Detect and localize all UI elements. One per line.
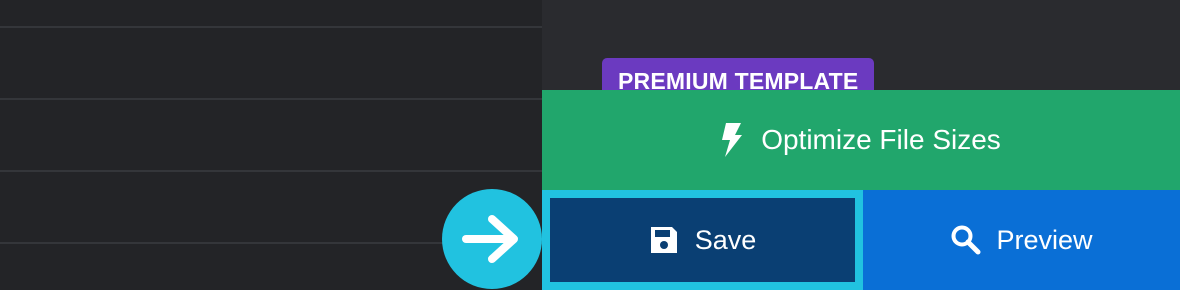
divider bbox=[0, 26, 542, 28]
preview-button-label: Preview bbox=[996, 224, 1093, 255]
lightning-bolt-icon bbox=[721, 123, 743, 157]
magnifier-icon bbox=[950, 224, 982, 256]
save-button[interactable]: Save bbox=[542, 190, 863, 290]
optimize-file-sizes-button[interactable]: Optimize File Sizes bbox=[542, 90, 1180, 190]
divider bbox=[0, 98, 542, 100]
pointer-indicator bbox=[442, 189, 542, 289]
preview-button[interactable]: Preview bbox=[863, 190, 1180, 290]
optimize-button-label: Optimize File Sizes bbox=[761, 124, 1001, 155]
divider bbox=[0, 170, 542, 172]
floppy-disk-icon bbox=[649, 225, 679, 255]
save-button-label: Save bbox=[694, 224, 757, 255]
arrow-right-icon bbox=[462, 213, 522, 265]
